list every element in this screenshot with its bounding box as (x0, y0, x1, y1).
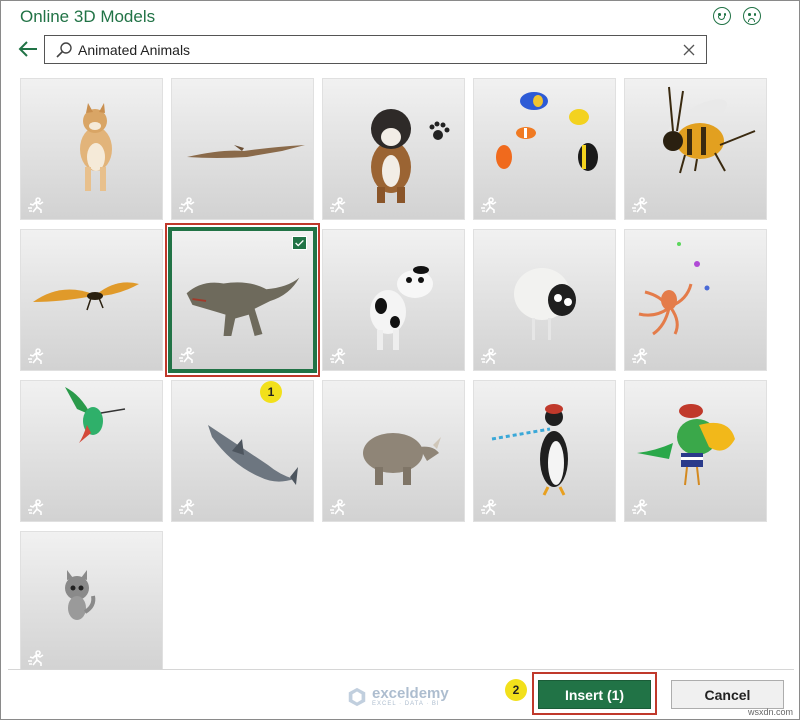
animated-model-icon (179, 347, 195, 363)
animated-model-icon (632, 197, 648, 213)
model-card-shark[interactable] (171, 380, 314, 522)
search-icon (56, 42, 72, 58)
exceldemy-logo-icon (348, 687, 366, 707)
selected-check-icon (292, 236, 307, 250)
footer-divider (8, 669, 794, 670)
online-3d-models-dialog: Online 3D Models Animated Animals 1 exce… (0, 0, 800, 720)
source-site-label: wsxdn.com (747, 707, 793, 717)
step-badge-2: 2 (505, 679, 527, 701)
watermark-name: exceldemy (372, 685, 449, 702)
model-card-sheep[interactable] (473, 229, 616, 371)
model-card-parrot[interactable] (624, 380, 767, 522)
animated-model-icon (632, 348, 648, 364)
animated-model-icon (481, 348, 497, 364)
animated-model-icon (28, 197, 44, 213)
model-card-butterfly[interactable] (20, 229, 163, 371)
search-input[interactable] (78, 39, 678, 60)
model-card-octopus[interactable] (624, 229, 767, 371)
model-card-hummingbird[interactable] (20, 380, 163, 522)
model-card-bee[interactable] (624, 78, 767, 220)
animated-model-icon (28, 348, 44, 364)
model-card-boxer-dog[interactable] (322, 78, 465, 220)
animated-model-icon (330, 499, 346, 515)
model-grid (8, 72, 794, 669)
model-card-penguin[interactable] (473, 380, 616, 522)
animated-model-icon (481, 197, 497, 213)
animated-model-icon (179, 499, 195, 515)
clear-search-icon[interactable] (682, 43, 696, 57)
animated-model-icon (330, 348, 346, 364)
model-card-cow[interactable] (322, 229, 465, 371)
animated-model-icon (632, 499, 648, 515)
model-card-tropical-fish[interactable] (473, 78, 616, 220)
animated-model-icon (330, 197, 346, 213)
animated-model-icon (28, 650, 44, 666)
animated-model-icon (28, 499, 44, 515)
watermark-tagline: EXCEL · DATA · BI (372, 701, 440, 707)
insert-button[interactable]: Insert (1) (538, 680, 651, 709)
animated-model-icon (179, 197, 195, 213)
cancel-button[interactable]: Cancel (671, 680, 784, 709)
model-card-rhinoceros[interactable] (322, 380, 465, 522)
search-box (44, 35, 707, 64)
model-card-pterodactyl[interactable] (171, 78, 314, 220)
watermark-logo: exceldemy EXCEL · DATA · BI (346, 684, 449, 710)
model-card-t-rex[interactable] (168, 227, 317, 373)
step-badge-1: 1 (260, 381, 282, 403)
model-card-cat[interactable] (20, 531, 163, 669)
smile-feedback-icon[interactable] (713, 7, 731, 25)
animated-model-icon (481, 499, 497, 515)
back-arrow-icon[interactable] (17, 39, 39, 59)
model-card-shiba-inu[interactable] (20, 78, 163, 220)
dialog-title: Online 3D Models (20, 7, 156, 26)
frown-feedback-icon[interactable] (743, 7, 761, 25)
